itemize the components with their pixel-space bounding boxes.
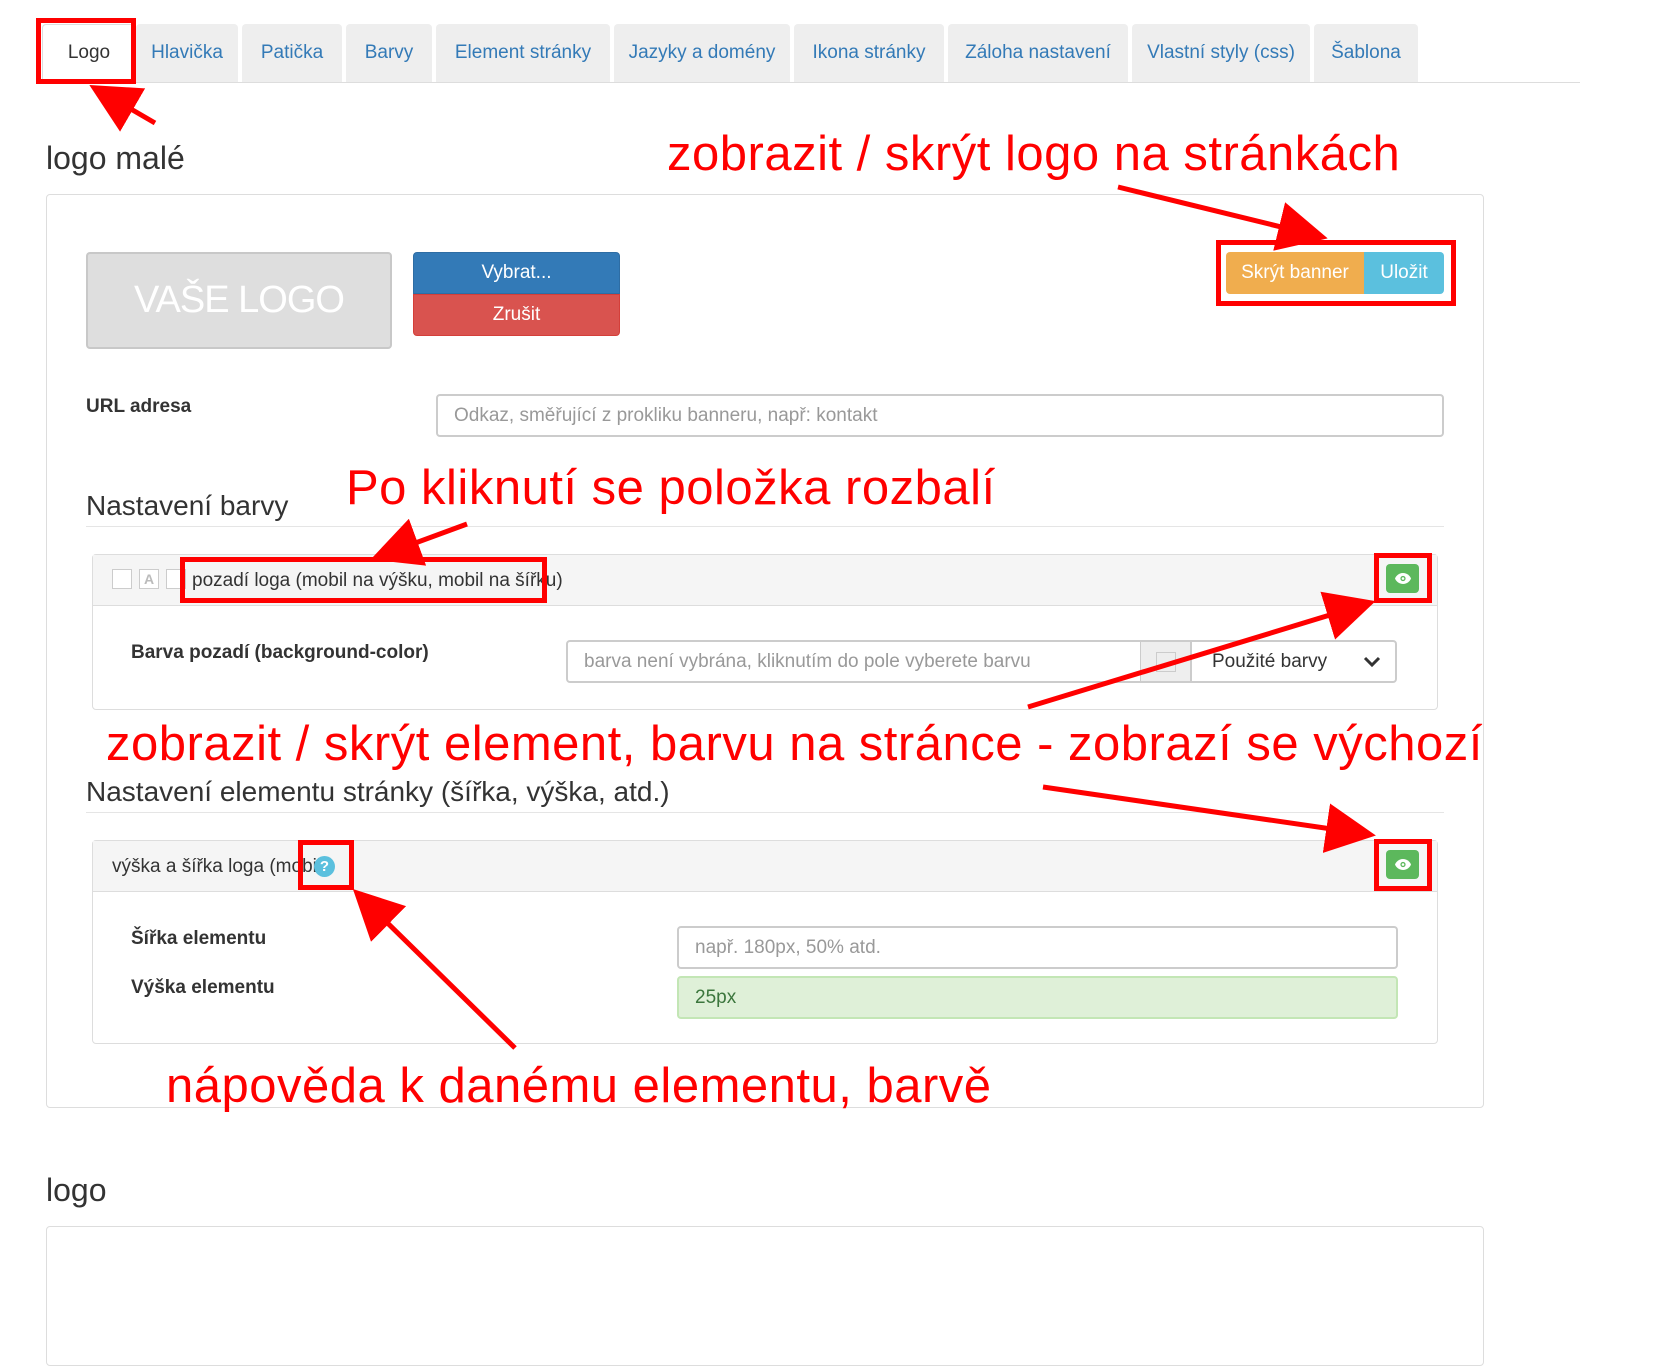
arrow-to-banner-buttons [1117, 184, 1328, 251]
arrow-to-tab [89, 84, 157, 132]
arrow-to-item-title [370, 518, 468, 566]
annotation-arrows [89, 84, 1376, 1050]
arrow-to-eye-2 [1042, 784, 1376, 853]
arrow-to-help [352, 888, 517, 1050]
arrow-to-eye-1 [1027, 591, 1376, 710]
